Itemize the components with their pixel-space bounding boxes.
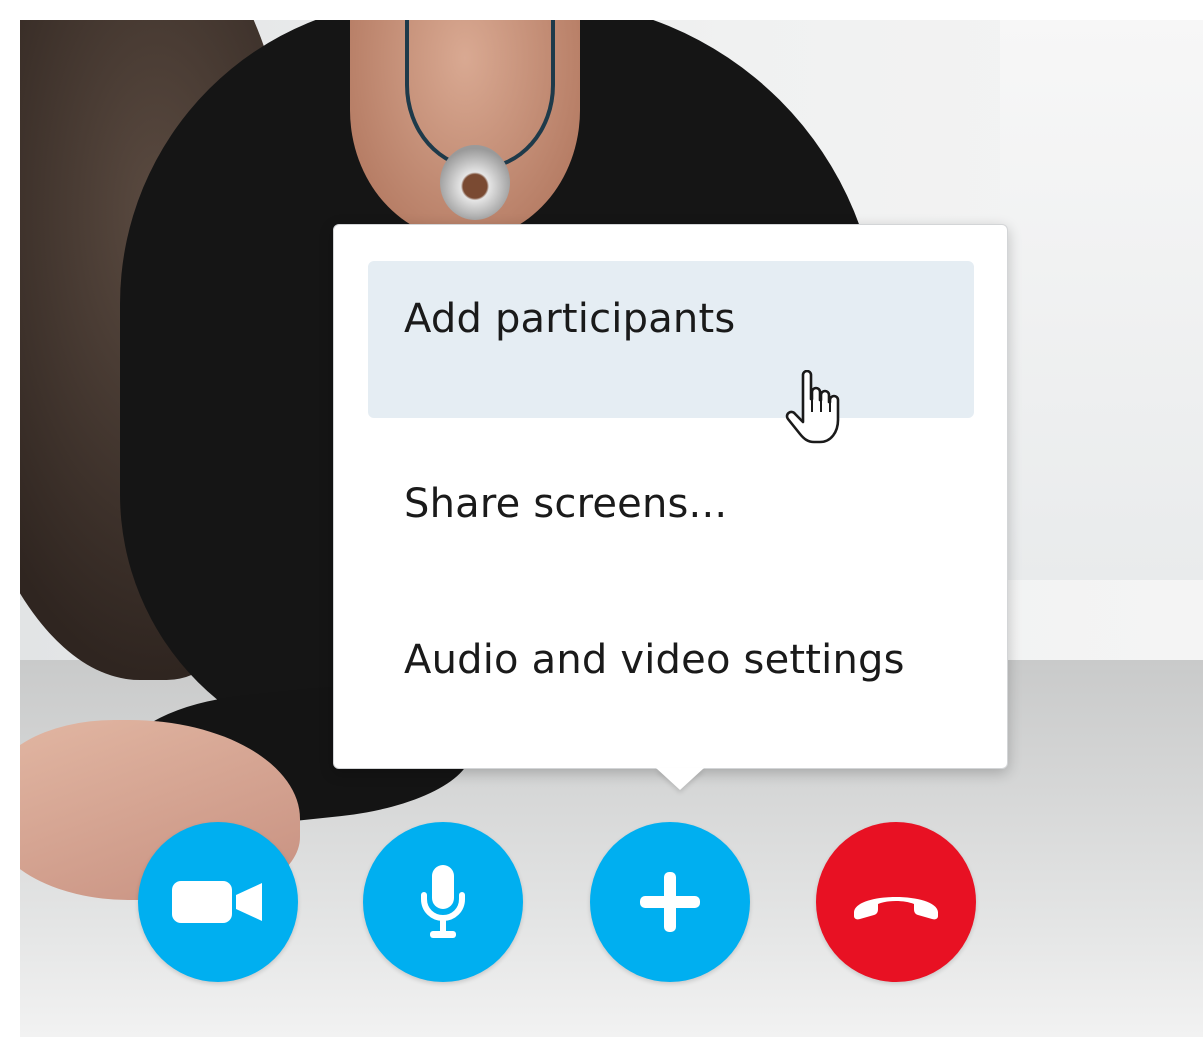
menu-item-label: Share screens... (404, 480, 728, 527)
menu-item-label: Audio and video settings (404, 636, 905, 683)
video-camera-icon (172, 881, 262, 923)
hang-up-button[interactable] (816, 822, 976, 982)
video-background-window (1000, 20, 1203, 580)
menu-pointer-arrow (656, 768, 704, 790)
phone-hangup-icon (854, 897, 938, 920)
menu-item-audio-video-settings[interactable]: Audio and video settings (368, 581, 974, 738)
menu-item-label: Add participants (404, 296, 736, 342)
plus-icon (640, 872, 700, 932)
microphone-toggle-button[interactable] (363, 822, 523, 982)
call-options-menu: Add participants Share screens... Audio … (333, 224, 1008, 790)
video-person-pendant (440, 145, 510, 220)
menu-item-share-screens[interactable]: Share screens... (368, 425, 974, 582)
add-button[interactable] (590, 822, 750, 982)
microphone-icon (421, 865, 465, 938)
hand-pointer-icon (785, 370, 840, 444)
video-toggle-button[interactable] (138, 822, 298, 982)
menu-item-add-participants[interactable]: Add participants (368, 261, 974, 418)
